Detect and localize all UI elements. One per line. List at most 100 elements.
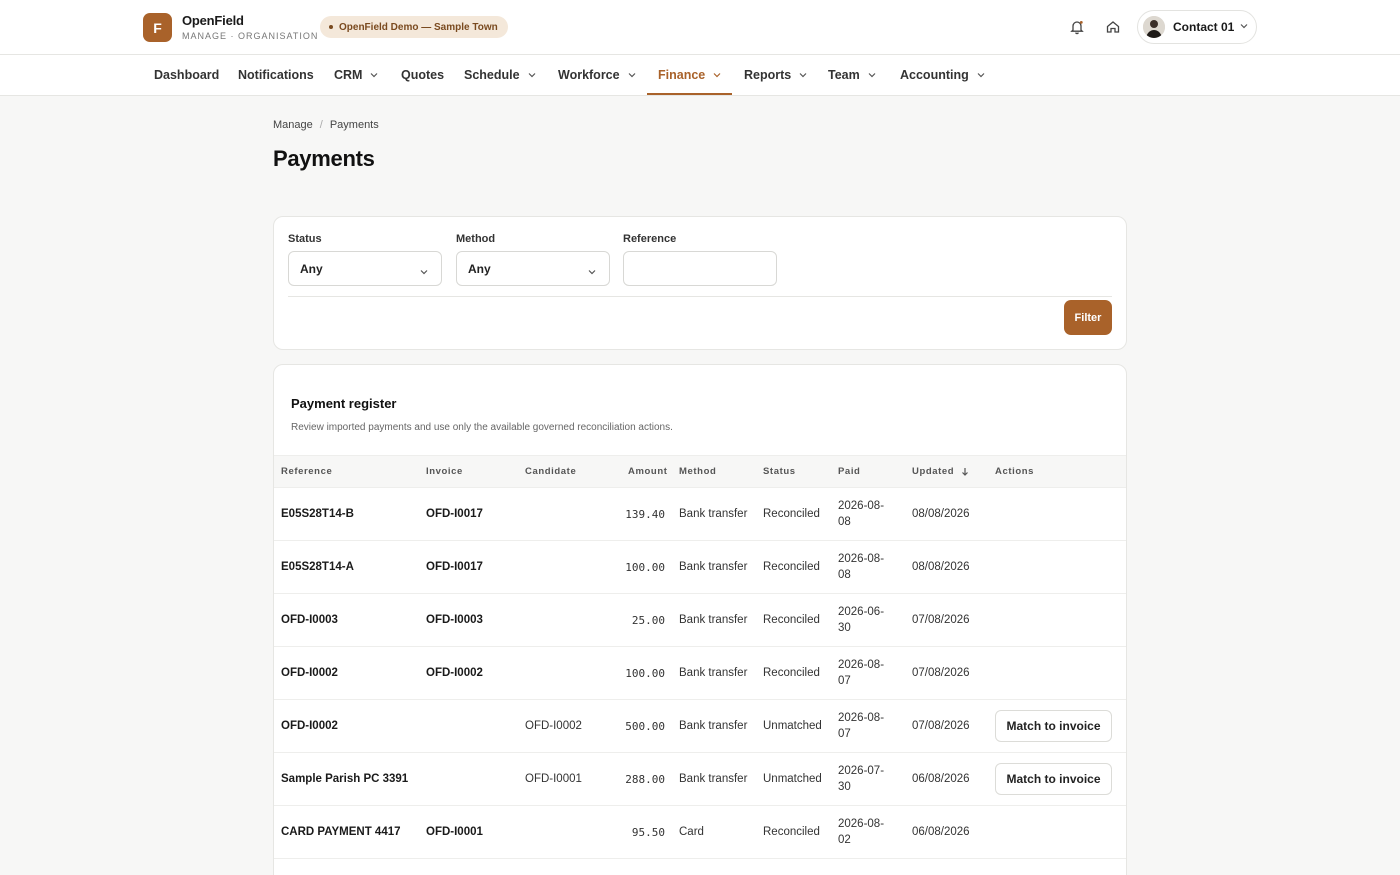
- row-updated: 07/08/2026: [912, 614, 970, 626]
- row-updated: 08/08/2026: [912, 508, 970, 520]
- row-amount: 500.00: [625, 719, 665, 733]
- column-header-reference[interactable]: Reference: [281, 456, 332, 487]
- filter-divider: [288, 296, 1112, 297]
- table-row: Sample Parish PC 3391 OFD-I0001 288.00 Bank…: [274, 753, 1126, 806]
- arrow-down-icon: [961, 467, 969, 476]
- column-header-updated-label: Updated: [912, 466, 955, 477]
- reference-filter-label: Reference: [623, 233, 677, 245]
- column-header-invoice[interactable]: Invoice: [426, 456, 463, 487]
- row-status: Reconciled: [763, 826, 820, 838]
- column-header-candidate[interactable]: Candidate: [525, 456, 576, 487]
- environment-badge: OpenField Demo — Sample Town: [320, 16, 508, 38]
- chevron-down-icon: [867, 69, 877, 83]
- chevron-down-icon: [712, 69, 722, 83]
- contact-name: Contact 01: [1173, 20, 1235, 34]
- row-status: Reconciled: [763, 667, 820, 679]
- register-subtitle: Review imported payments and use only th…: [291, 422, 673, 433]
- row-invoice: OFD-I0017: [426, 561, 483, 573]
- row-amount: 100.00: [625, 560, 665, 574]
- row-paid-line1: 2026-06-: [838, 606, 885, 618]
- row-invoice: OFD-I0003: [426, 614, 483, 626]
- status-select[interactable]: Any: [288, 251, 442, 286]
- chevron-down-icon: [419, 266, 429, 280]
- row-paid: 2026-08- 07: [838, 700, 902, 752]
- row-updated: 08/08/2026: [912, 561, 970, 573]
- row-method: Bank transfer: [679, 667, 748, 679]
- match-to-invoice-button[interactable]: Match to invoice: [995, 710, 1112, 742]
- row-reference: OFD-I0002: [281, 720, 338, 732]
- row-updated: 07/08/2026: [912, 667, 970, 679]
- column-header-method[interactable]: Method: [679, 456, 716, 487]
- row-status: Unmatched: [763, 773, 822, 785]
- row-amount: 100.00: [625, 666, 665, 680]
- breadcrumb-manage[interactable]: Manage: [273, 119, 313, 131]
- row-method: Bank transfer: [679, 561, 748, 573]
- row-paid-line1: 2026-08-: [838, 712, 885, 724]
- contact-menu[interactable]: Contact 01: [1137, 10, 1257, 44]
- reference-input[interactable]: [623, 251, 777, 286]
- breadcrumb-separator: /: [319, 119, 323, 131]
- top-header: F OpenField MANAGE · ORGANISATION OpenFi…: [0, 0, 1400, 55]
- row-status: Reconciled: [763, 508, 820, 520]
- row-updated: 06/08/2026: [912, 773, 970, 785]
- column-header-actions: Actions: [995, 466, 1035, 477]
- table-row: OFD-I0003 OFD-I0003 25.00 Bank transfer Reco…: [274, 594, 1126, 647]
- bell-icon[interactable]: [1067, 17, 1087, 37]
- nav-reports[interactable]: Reports: [744, 55, 808, 95]
- nav-accounting[interactable]: Accounting: [900, 55, 986, 95]
- row-amount: 139.40: [625, 507, 665, 521]
- nav-notifications[interactable]: Notifications: [238, 55, 314, 95]
- column-header-status[interactable]: Status: [763, 456, 796, 487]
- row-paid: 2026-08- 08: [838, 541, 902, 593]
- row-paid-line2: 02: [838, 834, 851, 846]
- row-candidate: OFD-I0002: [525, 720, 582, 732]
- row-reference: CARD PAYMENT 4417: [281, 826, 401, 838]
- row-amount: 288.00: [625, 772, 665, 786]
- row-updated: 06/08/2026: [912, 826, 970, 838]
- table-row: CARD PAYMENT 4417 OFD-I0001 95.50 Card Recon…: [274, 806, 1126, 859]
- nav-finance[interactable]: Finance: [658, 55, 722, 95]
- brand-logo[interactable]: F: [143, 13, 172, 42]
- row-candidate: OFD-I0001: [525, 773, 582, 785]
- row-reference: E05S28T14-A: [281, 561, 354, 573]
- breadcrumb-current: Payments: [329, 119, 379, 131]
- nav-crm[interactable]: CRM: [334, 55, 379, 95]
- chevron-down-icon: [369, 69, 379, 83]
- column-header-paid[interactable]: Paid: [838, 456, 860, 487]
- row-paid: 2026-07- 30: [838, 753, 902, 805]
- home-icon[interactable]: [1103, 17, 1123, 37]
- row-reference: Sample Parish PC 3391: [281, 773, 409, 785]
- nav-schedule[interactable]: Schedule: [464, 55, 537, 95]
- row-paid-line1: 2026-08-: [838, 818, 885, 830]
- row-amount: [604, 859, 665, 875]
- method-select[interactable]: Any: [456, 251, 610, 286]
- nav-dashboard[interactable]: Dashboard: [154, 55, 219, 95]
- row-paid-line2: 08: [838, 569, 851, 581]
- row-status: Reconciled: [763, 614, 820, 626]
- row-paid: 2026-08- 02: [838, 806, 902, 858]
- brand-name: OpenField: [182, 13, 244, 28]
- nav-team[interactable]: Team: [828, 55, 877, 95]
- nav-quotes[interactable]: Quotes: [401, 55, 444, 95]
- match-to-invoice-button[interactable]: Match to invoice: [995, 763, 1112, 795]
- nav-workforce[interactable]: Workforce: [558, 55, 637, 95]
- row-method: Card: [679, 826, 704, 838]
- row-invoice: OFD-I0017: [426, 508, 483, 520]
- row-method: Bank transfer: [679, 614, 748, 626]
- row-status: Reconciled: [763, 561, 820, 573]
- row-method: Bank transfer: [679, 773, 748, 785]
- environment-label: OpenField Demo — Sample Town: [339, 21, 498, 33]
- row-reference: OFD-I0003: [281, 614, 338, 626]
- active-nav-indicator: [647, 93, 732, 95]
- table-row: 2026-07-: [274, 859, 1126, 875]
- row-paid: 2026-08- 08: [838, 488, 902, 540]
- column-header-updated[interactable]: Updated: [912, 456, 969, 487]
- column-header-amount[interactable]: Amount: [628, 456, 667, 487]
- table-row: OFD-I0002 OFD-I0002 500.00 Bank transfer Unm…: [274, 700, 1126, 753]
- status-select-value: Any: [300, 261, 323, 276]
- row-paid-line2: 08: [838, 516, 851, 528]
- row-reference: E05S28T14-B: [281, 508, 354, 520]
- page-title: Payments: [273, 146, 375, 171]
- table-row: E05S28T14-A OFD-I0017 100.00 Bank transfer R…: [274, 541, 1126, 594]
- filter-button[interactable]: Filter: [1064, 300, 1112, 335]
